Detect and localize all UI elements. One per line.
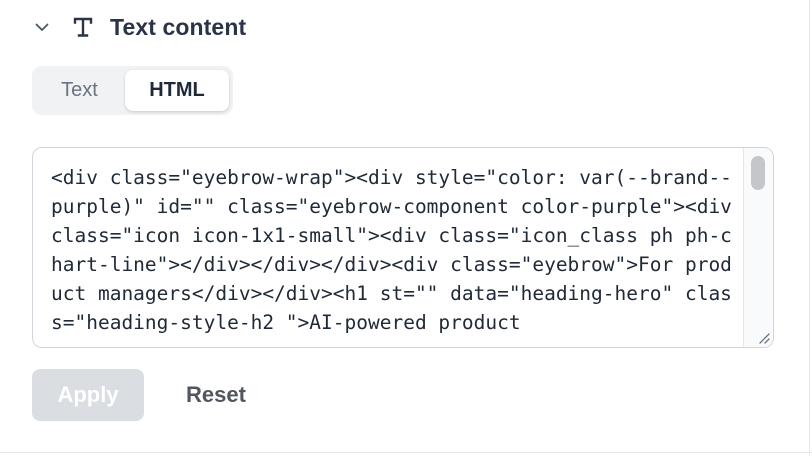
panel-right-divider — [809, 0, 810, 456]
editor-scrollbar[interactable] — [743, 148, 773, 347]
html-editor[interactable]: <div class="eyebrow-wrap"><div style="co… — [32, 147, 774, 348]
text-content-panel: Text content Text HTML <div class="eyebr… — [0, 0, 812, 456]
mode-toggle: Text HTML — [32, 66, 233, 115]
panel-bottom-divider — [0, 452, 812, 453]
apply-button[interactable]: Apply — [32, 369, 144, 421]
html-editor-content[interactable]: <div class="eyebrow-wrap"><div style="co… — [51, 163, 737, 337]
mode-option-html[interactable]: HTML — [125, 70, 229, 111]
reset-button[interactable]: Reset — [164, 369, 268, 421]
mode-option-text[interactable]: Text — [36, 70, 123, 111]
text-type-icon — [72, 16, 94, 38]
resize-handle-icon[interactable] — [755, 329, 771, 345]
editor-scroll-thumb[interactable] — [751, 156, 765, 190]
section-title: Text content — [110, 13, 247, 40]
section-header[interactable]: Text content — [32, 10, 246, 44]
chevron-down-icon[interactable] — [32, 17, 52, 37]
